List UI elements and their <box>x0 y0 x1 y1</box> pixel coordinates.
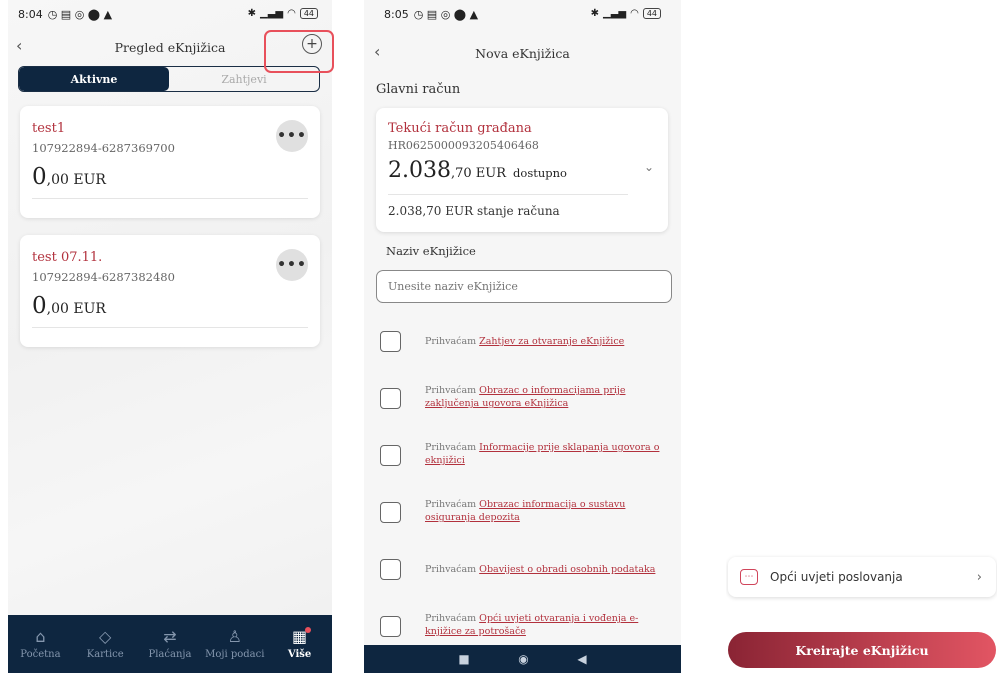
signal-icon: ▁▃▅ <box>260 8 284 19</box>
back-icon[interactable]: ‹ <box>16 36 22 55</box>
status-right: ✱ ▁▃▅ ◠ 44 <box>248 8 318 19</box>
signal-icon: ▁▃▅ <box>603 8 627 19</box>
consent-link[interactable]: Zahtjev za otvaranje eKnjižice <box>479 336 624 347</box>
wifi-icon: ◠ <box>630 8 639 19</box>
consent-checkbox[interactable] <box>380 616 401 637</box>
notification-icons: ◷ ▤ ◎ ⬤ ▲ <box>47 8 113 21</box>
account-name: Tekući račun građana <box>388 121 532 136</box>
account-iban: HR0625000093205406468 <box>388 139 539 152</box>
create-ebooklet-button[interactable]: Kreirajte eKnjižicu <box>728 632 996 668</box>
notification-icons: ◷ ▤ ◎ ⬤ ▲ <box>413 8 479 21</box>
system-navigation-bar: ■ ◉ ◀ <box>364 645 681 673</box>
grid-icon: ▦ <box>292 627 312 649</box>
divider <box>32 198 308 199</box>
chevron-right-icon: › <box>976 569 982 585</box>
transfer-icon: ⇄ <box>163 627 177 646</box>
section-title: Glavni račun <box>376 82 461 97</box>
wifi-icon: ◠ <box>287 8 296 19</box>
page-title: Pregled eKnjižica <box>114 39 226 55</box>
general-terms-row[interactable]: ⋯ Opći uvjeti poslovanja › <box>728 557 996 597</box>
ebooklet-card[interactable]: test 07.11. 107922894-6287382480 0,00 EU… <box>20 235 320 347</box>
nav-label: Više <box>287 649 312 660</box>
back-icon[interactable]: ‹ <box>374 42 380 61</box>
bluetooth-icon: ✱ <box>247 8 256 19</box>
consent-checkbox[interactable] <box>380 559 401 580</box>
ebooklet-amount: 0,00 EUR <box>32 164 106 190</box>
more-options-button[interactable]: ••• <box>276 120 308 152</box>
battery-icon: 44 <box>299 8 318 19</box>
consent-checkbox[interactable] <box>380 388 401 409</box>
more-options-button[interactable]: ••• <box>276 249 308 281</box>
nav-label: Moji podaci <box>205 649 265 660</box>
consent-link[interactable]: Obavijest o obradi osobnih podataka <box>479 564 655 575</box>
nav-item-home[interactable]: ⌂ Početna <box>8 615 73 673</box>
chevron-down-icon[interactable]: ⌄ <box>644 160 654 174</box>
general-terms-label: Opći uvjeti poslovanja <box>770 570 903 584</box>
consent-text: Prihvaćam Opći uvjeti otvaranja i vođenj… <box>425 613 639 638</box>
home-circle-icon[interactable]: ◉ <box>518 652 528 666</box>
ebooklet-name-input[interactable] <box>376 270 672 303</box>
home-icon: ⌂ <box>35 627 46 646</box>
nav-item-cards[interactable]: ◇ Kartice <box>73 615 138 673</box>
account-available: 2.038,70 EUR dostupno <box>388 158 567 183</box>
bluetooth-icon: ✱ <box>590 8 599 19</box>
consent-checkbox[interactable] <box>380 445 401 466</box>
status-right: ✱ ▁▃▅ ◠ 44 <box>591 8 661 19</box>
consent-text: Prihvaćam Informacije prije sklapanja ug… <box>425 442 660 467</box>
divider <box>32 327 308 328</box>
ebooklet-name: test1 <box>32 121 66 136</box>
consent-text: Prihvaćam Obrazac informacija o sustavu … <box>425 499 626 524</box>
page-title: Nova eKnjižica <box>475 45 570 61</box>
account-balance: 2.038,70 EUR stanje računa <box>388 204 560 218</box>
ebooklet-amount: 0,00 EUR <box>32 293 106 319</box>
nav-item-my-data[interactable]: ♙ Moji podaci <box>202 615 267 673</box>
recents-icon[interactable]: ■ <box>458 652 469 666</box>
status-bar: 8:05 ◷ ▤ ◎ ⬤ ▲ <box>384 8 478 21</box>
nav-label: Početna <box>20 649 61 660</box>
back-triangle-icon[interactable]: ◀ <box>577 652 586 666</box>
status-time: 8:05 <box>384 8 409 21</box>
ebooklet-card[interactable]: test1 107922894-6287369700 0,00 EUR ••• <box>20 106 320 218</box>
consent-text: Prihvaćam Zahtjev za otvaranje eKnjižice <box>425 336 625 347</box>
ebooklet-account-number: 107922894-6287382480 <box>32 270 175 284</box>
document-chat-icon: ⋯ <box>740 569 758 585</box>
nav-item-more[interactable]: ▦ Više <box>267 615 332 673</box>
ebooklet-account-number: 107922894-6287369700 <box>32 141 175 155</box>
user-icon: ♙ <box>227 627 242 646</box>
bottom-navigation: ⌂ Početna ◇ Kartice ⇄ Plaćanja ♙ Moji po… <box>8 615 332 673</box>
status-time: 8:04 <box>18 8 43 21</box>
header: ‹ Nova eKnjižica <box>364 40 681 66</box>
screen-new-ebooklet: 8:05 ◷ ▤ ◎ ⬤ ▲ ✱ ▁▃▅ ◠ 44 ‹ Nova eKnjiži… <box>364 0 681 673</box>
screen-create-footer: ⋯ Opći uvjeti poslovanja › Kreirajte eKn… <box>726 545 997 673</box>
status-bar: 8:04 ◷ ▤ ◎ ⬤ ▲ <box>18 8 112 21</box>
consent-text: Prihvaćam Obrazac o informacijama prije … <box>425 385 626 410</box>
screen-ebooklet-overview: 8:04 ◷ ▤ ◎ ⬤ ▲ ✱ ▁▃▅ ◠ 44 ‹ Pregled eKnj… <box>8 0 332 673</box>
ebooklet-name: test 07.11. <box>32 250 103 265</box>
battery-icon: 44 <box>642 8 661 19</box>
divider <box>388 194 628 195</box>
card-icon: ◇ <box>99 627 112 646</box>
highlight-box <box>264 30 334 73</box>
consent-checkbox[interactable] <box>380 331 401 352</box>
name-label: Naziv eKnjižice <box>386 244 476 258</box>
nav-item-payments[interactable]: ⇄ Plaćanja <box>138 615 203 673</box>
nav-label: Kartice <box>86 649 124 660</box>
tab-active[interactable]: Aktivne <box>19 67 169 91</box>
nav-label: Plaćanja <box>148 649 192 660</box>
consent-checkbox[interactable] <box>380 502 401 523</box>
consent-text: Prihvaćam Obavijest o obradi osobnih pod… <box>425 564 656 575</box>
account-selector[interactable]: Tekući račun građana HR06250000932054064… <box>376 108 668 232</box>
